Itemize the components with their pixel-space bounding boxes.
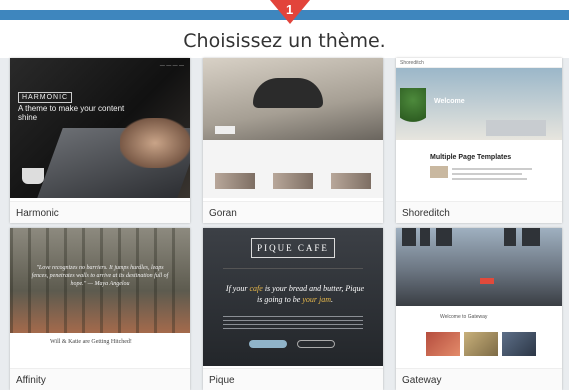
hands-image [120, 118, 190, 168]
theme-name: Pique [209, 375, 235, 386]
preview-button [480, 278, 494, 284]
preview-tagline: If your cafe is your bread and butter, P… [225, 284, 365, 306]
preview-tagline: A theme to make your content shine [18, 104, 125, 122]
preview-welcome: Welcome [434, 98, 465, 105]
theme-preview-shoreditch[interactable]: Shoreditch Welcome Multiple Page Templat… [396, 58, 562, 198]
tagline-part: . [331, 294, 333, 304]
step-marker: 1 [270, 0, 310, 24]
tagline-highlight: your jam [302, 294, 331, 304]
text-line [452, 168, 532, 170]
headphones-image [203, 58, 383, 140]
thumbnail-image [464, 332, 498, 356]
theme-card-goran[interactable]: Goran [203, 58, 383, 223]
page-title: Choisissez un thème. [183, 30, 386, 52]
headphones-shape [253, 78, 323, 108]
preview-button [249, 340, 287, 348]
preview-button [297, 340, 335, 348]
thumbnail-image [430, 166, 448, 178]
thumbnail-image [502, 332, 536, 356]
preview-caption: Will & Katie are Getting Hitched! [50, 339, 132, 345]
theme-name: Gateway [402, 375, 442, 386]
theme-card-gateway[interactable]: Welcome to Gateway Gateway [396, 228, 562, 390]
theme-card-affinity[interactable]: "Love recognizes no barriers. It jumps h… [10, 228, 190, 390]
hero-image: Welcome [396, 68, 562, 140]
preview-nav: Shoreditch [396, 58, 562, 68]
preview-body-text [223, 316, 363, 330]
theme-card-harmonic[interactable]: — — — — HARMONIC A theme to make your co… [10, 58, 190, 223]
preview-quote: "Love recognizes no barriers. It jumps h… [31, 265, 169, 288]
theme-preview-pique[interactable]: PIQUE CAFE If your cafe is your bread an… [203, 228, 383, 366]
theme-preview-goran[interactable] [203, 58, 383, 198]
theme-card-pique[interactable]: PIQUE CAFE If your cafe is your bread an… [203, 228, 383, 390]
tagline-part: If your [225, 284, 250, 293]
theme-name: Harmonic [16, 208, 59, 219]
cup-image [22, 168, 44, 184]
step-number: 1 [286, 2, 294, 17]
theme-name: Goran [209, 208, 237, 219]
theme-preview-harmonic[interactable]: — — — — HARMONIC A theme to make your co… [10, 58, 190, 198]
theme-name: Affinity [16, 375, 46, 386]
forest-image: "Love recognizes no barriers. It jumps h… [10, 228, 190, 333]
tagline-highlight: cafe [249, 284, 263, 293]
building-shape [522, 228, 540, 246]
book-image [486, 120, 546, 136]
thumbnail-image [273, 173, 313, 189]
plant-image [400, 88, 426, 128]
preview-nav: — — — — [159, 63, 184, 69]
theme-preview-gateway[interactable]: Welcome to Gateway [396, 228, 562, 366]
city-image [396, 228, 562, 306]
theme-preview-affinity[interactable]: "Love recognizes no barriers. It jumps h… [10, 228, 190, 366]
preview-logo: HARMONIC [18, 92, 73, 103]
building-shape [402, 228, 416, 246]
preview-menu [223, 268, 363, 269]
thumbnail-image [331, 173, 371, 189]
preview-button [215, 126, 235, 134]
text-line [452, 178, 527, 180]
building-shape [420, 228, 430, 246]
text-line [452, 173, 522, 175]
theme-card-shoreditch[interactable]: Shoreditch Welcome Multiple Page Templat… [396, 58, 562, 223]
building-shape [504, 228, 516, 246]
preview-welcome: Welcome to Gateway [440, 314, 488, 320]
theme-name: Shoreditch [402, 208, 450, 219]
building-shape [436, 228, 452, 246]
thumbnail-image [426, 332, 460, 356]
thumbnail-image [215, 173, 255, 189]
preview-logo: PIQUE CAFE [251, 238, 335, 258]
preview-section-title: Multiple Page Templates [430, 154, 512, 161]
